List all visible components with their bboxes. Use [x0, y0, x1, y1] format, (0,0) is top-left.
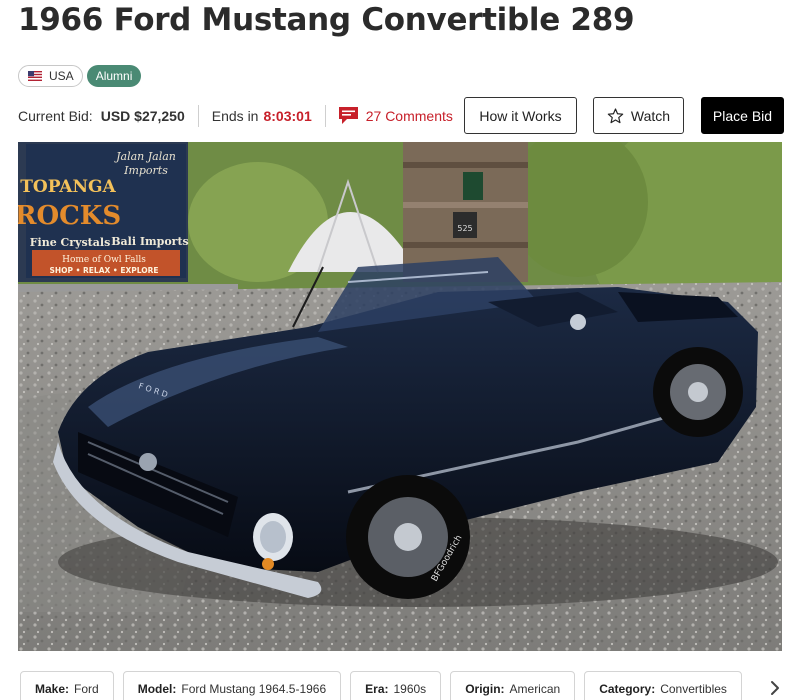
- spec-chip-model[interactable]: Model: Ford Mustang 1964.5-1966: [122, 671, 342, 700]
- spec-chip-make[interactable]: Make: Ford: [20, 671, 114, 700]
- bid-bar: Current Bid: USD $27,250 Ends in 8:03:01…: [18, 97, 784, 134]
- spec-key: Era:: [365, 682, 389, 696]
- spec-value: Ford Mustang 1964.5-1966: [181, 682, 327, 696]
- us-flag-icon: [28, 71, 42, 81]
- spec-value: 1960s: [393, 682, 427, 696]
- badge-row: USA Alumni: [18, 65, 142, 87]
- comments-count: 27 Comments: [365, 107, 453, 124]
- spec-value: American: [509, 682, 561, 696]
- divider: [324, 104, 326, 127]
- address-number: 525: [457, 224, 472, 233]
- spec-chip-origin[interactable]: Origin: American: [450, 671, 576, 700]
- vehicle-photo-illustration: 525 Jalan Jalan Imports TOPANGA ROCKS Fi…: [18, 142, 782, 651]
- spec-chips: Make: Ford Model: Ford Mustang 1964.5-19…: [20, 671, 800, 700]
- countdown-timer: 8:03:01: [263, 107, 312, 124]
- spec-key: Origin:: [465, 682, 505, 696]
- country-badge[interactable]: USA: [18, 65, 83, 87]
- spec-chip-category[interactable]: Category: Convertibles: [584, 671, 742, 700]
- comment-icon: [338, 107, 358, 124]
- place-bid-button[interactable]: Place Bid: [701, 97, 784, 134]
- spec-key: Model:: [137, 682, 177, 696]
- chevron-right-icon[interactable]: [770, 680, 780, 696]
- sign-owl-falls: Home of Owl Falls: [62, 255, 146, 265]
- watch-button[interactable]: Watch: [593, 97, 684, 134]
- watch-label: Watch: [630, 107, 671, 124]
- comments-link[interactable]: 27 Comments: [338, 107, 453, 124]
- divider: [197, 104, 199, 127]
- sign-jalan: Jalan Jalan: [114, 150, 176, 163]
- spec-value: Ford: [74, 682, 99, 696]
- country-label: USA: [49, 69, 74, 83]
- spec-key: Make:: [35, 682, 70, 696]
- alumni-badge[interactable]: Alumni: [86, 65, 142, 87]
- sign-bali: Bali Imports: [111, 235, 189, 248]
- sign-imports: Imports: [123, 164, 168, 177]
- star-icon: [607, 107, 624, 123]
- current-bid-label: Current Bid:: [18, 107, 93, 124]
- ends-label: Ends in: [211, 107, 259, 124]
- current-bid-value: USD $27,250: [100, 107, 185, 124]
- page-title: 1966 Ford Mustang Convertible 289: [18, 2, 635, 38]
- sign-crystals: Fine Crystals: [30, 236, 111, 249]
- sign-topanga: TOPANGA: [20, 177, 116, 197]
- sign-rocks: ROCKS: [18, 201, 121, 231]
- spec-value: Convertibles: [660, 682, 727, 696]
- sign-shop: SHOP • RELAX • EXPLORE: [49, 266, 158, 275]
- how-it-works-button[interactable]: How it Works: [464, 97, 577, 134]
- vehicle-photo[interactable]: 525 Jalan Jalan Imports TOPANGA ROCKS Fi…: [18, 142, 782, 651]
- spec-chip-era[interactable]: Era: 1960s: [350, 671, 442, 700]
- spec-key: Category:: [599, 682, 656, 696]
